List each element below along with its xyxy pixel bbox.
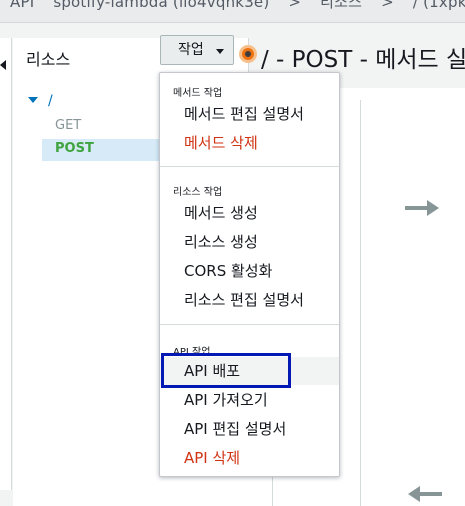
section-label-method-actions: 메서드 작업 [173, 88, 223, 99]
expand-caret-icon[interactable] [28, 97, 38, 103]
breadcrumb-resource[interactable]: / (1xpkp [413, 0, 465, 11]
tree-root-resource[interactable]: / [28, 93, 53, 109]
breadcrumb-api[interactable]: API [10, 0, 34, 11]
menu-item-edit-api-documentation[interactable]: API 편집 설명서 [160, 415, 339, 443]
actions-button-label: 작업 [178, 42, 204, 58]
tree-root-label[interactable]: / [48, 93, 53, 109]
collapse-left-icon[interactable] [0, 60, 6, 70]
divider [360, 100, 361, 506]
menu-item-create-method[interactable]: 메서드 생성 [160, 199, 339, 227]
section-label-resource-actions: 리소스 작업 [173, 187, 223, 198]
method-status-icon [239, 45, 257, 63]
breadcrumb-api-name[interactable]: spotify-lambda (lio4vqhk3e) [53, 0, 269, 11]
tree-method-get[interactable]: GET [55, 118, 81, 133]
menu-item-create-resource[interactable]: 리소스 생성 [160, 228, 339, 256]
arrow-left-icon [408, 486, 442, 502]
breadcrumb-bar: API spotify-lambda (lio4vqhk3e) > 리소스 > … [0, 0, 465, 23]
actions-dropdown-menu: 메서드 작업 메서드 편집 설명서 메서드 삭제 리소스 작업 메서드 생성 리… [159, 72, 340, 477]
page-title: / - POST - 메서드 실 [261, 47, 465, 73]
breadcrumb: API spotify-lambda (lio4vqhk3e) > 리소스 > … [10, 0, 465, 12]
menu-item-delete-api[interactable]: API 삭제 [160, 444, 339, 472]
resources-title: 리소스 [26, 50, 71, 69]
focus-highlight [161, 353, 291, 388]
dropdown-caret-icon [216, 49, 224, 54]
menu-item-delete-method[interactable]: 메서드 삭제 [160, 129, 339, 157]
arrow-right-icon [405, 200, 439, 216]
menu-item-enable-cors[interactable]: CORS 활성화 [160, 257, 339, 285]
menu-divider [160, 166, 339, 167]
tree-method-post-label[interactable]: POST [55, 141, 94, 156]
menu-item-edit-resource-documentation[interactable]: 리소스 편집 설명서 [160, 286, 339, 314]
menu-item-edit-method-documentation[interactable]: 메서드 편집 설명서 [160, 100, 339, 128]
sidebar-collapse-handle[interactable] [0, 38, 12, 490]
menu-divider [160, 324, 339, 325]
breadcrumb-separator: > [288, 0, 302, 11]
breadcrumb-resources[interactable]: 리소스 [320, 0, 362, 11]
actions-button[interactable]: 작업 [160, 35, 234, 65]
breadcrumb-separator: > [381, 0, 394, 11]
menu-item-import-api[interactable]: API 가져오기 [160, 386, 339, 414]
